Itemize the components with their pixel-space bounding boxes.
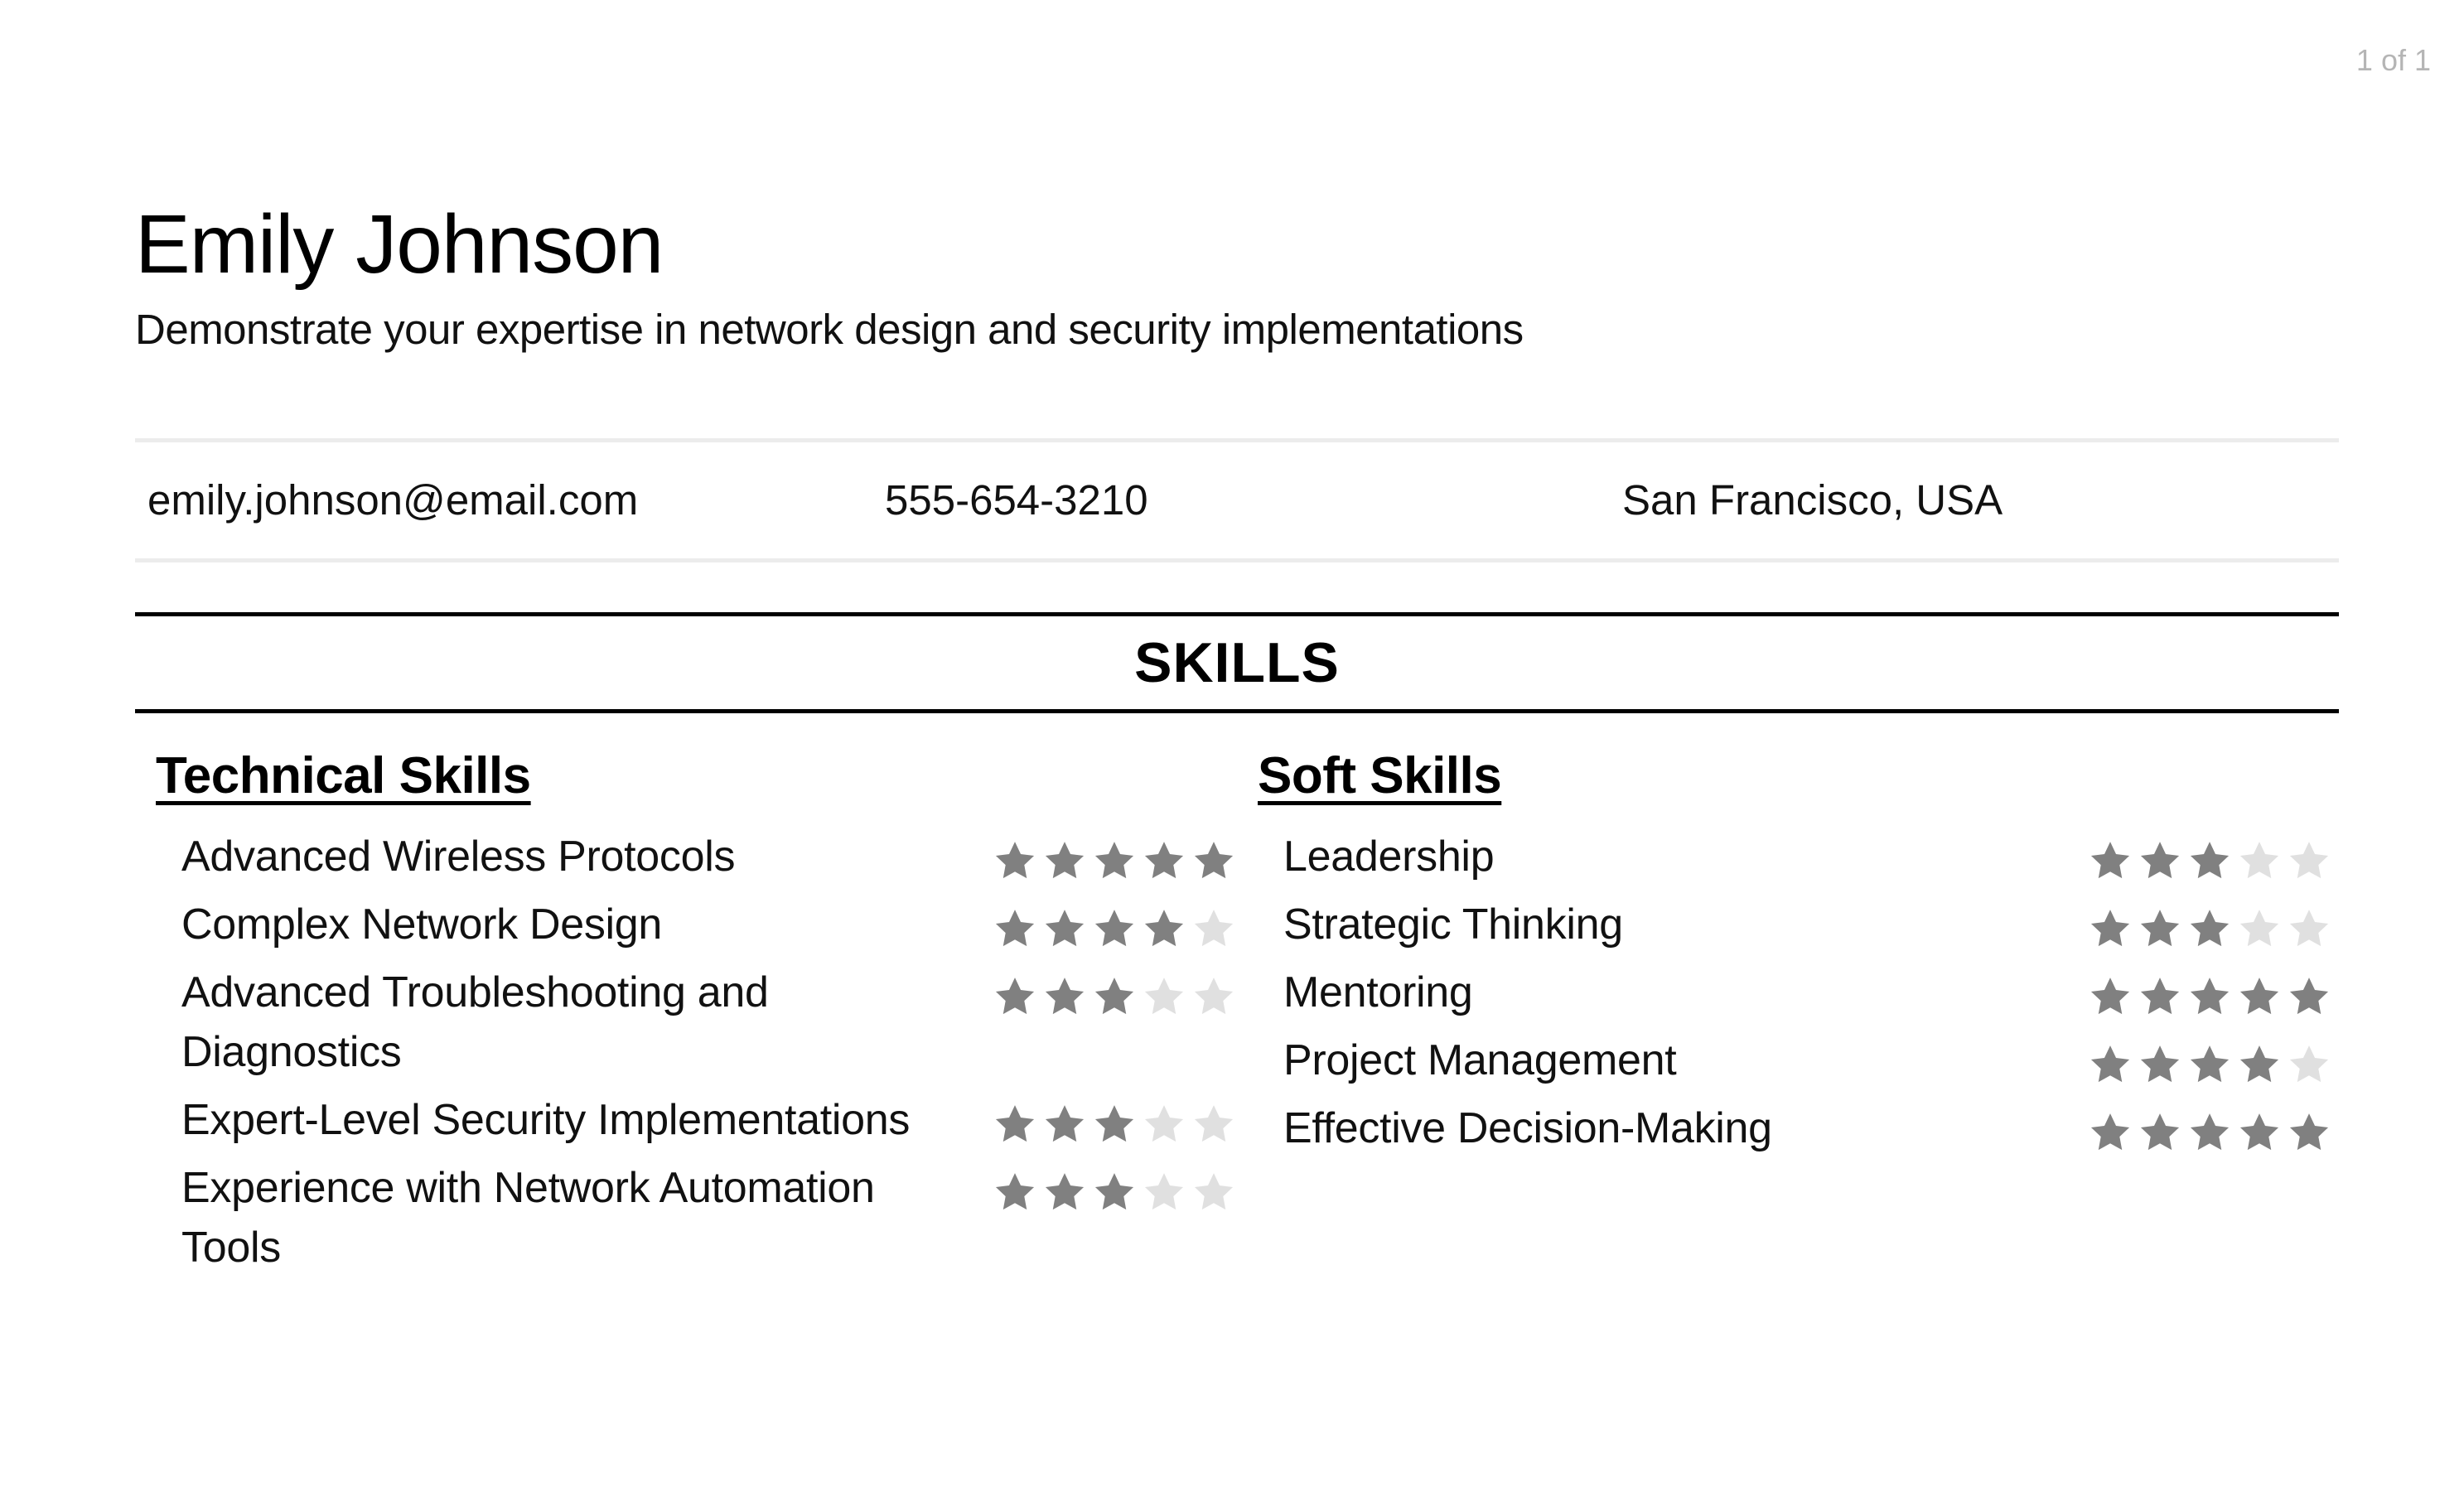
resume: Emily Johnson Demonstrate your expertise…	[135, 199, 2339, 1286]
contact-bar: emily.johnson@email.com 555-654-3210 San…	[135, 438, 2339, 562]
star-filled-icon	[2090, 978, 2130, 1015]
star-filled-icon	[2190, 978, 2230, 1015]
star-filled-icon	[2239, 1045, 2279, 1083]
star-empty-icon	[2239, 842, 2279, 879]
skill-row: Project Management	[1237, 1031, 2339, 1090]
skill-rating	[2087, 1110, 2332, 1153]
star-filled-icon	[1144, 842, 1184, 879]
skill-rating	[992, 1170, 1237, 1213]
page-counter: 1 of 1	[2355, 43, 2431, 77]
star-filled-icon	[1094, 842, 1134, 879]
star-filled-icon	[1094, 1173, 1134, 1210]
skill-name: Strategic Thinking	[1283, 900, 1623, 949]
star-filled-icon	[995, 910, 1035, 947]
star-filled-icon	[2289, 1113, 2329, 1151]
star-filled-icon	[2140, 978, 2180, 1015]
star-filled-icon	[995, 978, 1035, 1015]
star-empty-icon	[1144, 1173, 1184, 1210]
soft-skills-list: Leadership Strategic Thinking Mentoring Pro…	[1237, 827, 2339, 1158]
soft-skills-heading: Soft Skills	[1258, 747, 1502, 804]
skill-rating	[2087, 974, 2332, 1017]
skill-row: Leadership	[1237, 827, 2339, 886]
star-empty-icon	[2289, 842, 2329, 879]
star-filled-icon	[2190, 910, 2230, 947]
star-filled-icon	[2140, 910, 2180, 947]
star-empty-icon	[1144, 1105, 1184, 1142]
star-filled-icon	[1144, 910, 1184, 947]
star-empty-icon	[2289, 1045, 2329, 1083]
star-filled-icon	[995, 842, 1035, 879]
contact-email[interactable]: emily.johnson@email.com	[147, 476, 638, 524]
star-filled-icon	[2239, 978, 2279, 1015]
star-empty-icon	[2289, 910, 2329, 947]
skill-name: Complex Network Design	[181, 900, 663, 949]
skills-section-title: SKILLS	[1134, 631, 1340, 694]
contact-phone[interactable]: 555-654-3210	[885, 476, 1148, 524]
skill-name: Leadership	[1283, 833, 1495, 881]
skill-row: Experience with Network Automation Tools	[135, 1158, 1237, 1277]
skill-rating	[2087, 1042, 2332, 1085]
skill-name: Effective Decision-Making	[1283, 1104, 1772, 1152]
skill-row: Mentoring	[1237, 963, 2339, 1022]
star-filled-icon	[1094, 1105, 1134, 1142]
star-empty-icon	[2239, 910, 2279, 947]
star-empty-icon	[1194, 1173, 1234, 1210]
star-empty-icon	[1194, 910, 1234, 947]
skill-rating	[992, 838, 1237, 881]
technical-skills-column: Technical Skills Advanced Wireless Proto…	[135, 746, 1237, 1286]
star-filled-icon	[1045, 842, 1085, 879]
star-filled-icon	[2090, 1045, 2130, 1083]
skill-row: Advanced Troubleshooting and Diagnostics	[135, 963, 1237, 1082]
star-filled-icon	[2190, 842, 2230, 879]
star-filled-icon	[1045, 1173, 1085, 1210]
candidate-name: Emily Johnson	[135, 198, 664, 291]
star-filled-icon	[2090, 910, 2130, 947]
skill-name: Mentoring	[1283, 968, 1473, 1016]
star-filled-icon	[1094, 910, 1134, 947]
technical-skills-list: Advanced Wireless Protocols Complex Netwo…	[135, 827, 1237, 1277]
star-empty-icon	[1144, 978, 1184, 1015]
star-filled-icon	[2090, 1113, 2130, 1151]
skill-rating	[992, 974, 1237, 1017]
star-empty-icon	[1194, 978, 1234, 1015]
star-filled-icon	[2289, 978, 2329, 1015]
star-filled-icon	[1094, 978, 1134, 1015]
star-empty-icon	[1194, 1105, 1234, 1142]
skill-row: Complex Network Design	[135, 895, 1237, 954]
skill-name: Project Management	[1283, 1036, 1677, 1084]
soft-skills-column: Soft Skills Leadership Strategic Thinking…	[1237, 746, 2339, 1286]
skill-rating	[992, 1102, 1237, 1145]
resume-subtitle: Demonstrate your expertise in network de…	[135, 306, 1524, 353]
star-filled-icon	[2239, 1113, 2279, 1151]
skill-name: Advanced Wireless Protocols	[181, 833, 736, 881]
skill-name: Expert-Level Security Implementations	[181, 1096, 911, 1144]
skill-name: Advanced Troubleshooting and Diagnostics	[181, 968, 769, 1076]
star-filled-icon	[995, 1105, 1035, 1142]
star-filled-icon	[995, 1173, 1035, 1210]
skill-rating	[2087, 906, 2332, 949]
skill-row: Advanced Wireless Protocols	[135, 827, 1237, 886]
star-filled-icon	[1045, 1105, 1085, 1142]
star-filled-icon	[2140, 842, 2180, 879]
skill-rating	[992, 906, 1237, 949]
star-filled-icon	[2090, 842, 2130, 879]
star-filled-icon	[2140, 1045, 2180, 1083]
star-filled-icon	[1045, 910, 1085, 947]
skill-row: Expert-Level Security Implementations	[135, 1090, 1237, 1150]
star-filled-icon	[1194, 842, 1234, 879]
skills-section-header: SKILLS	[135, 612, 2339, 713]
skill-name: Experience with Network Automation Tools	[181, 1164, 875, 1272]
skill-row: Strategic Thinking	[1237, 895, 2339, 954]
contact-location: San Francisco, USA	[1622, 476, 2003, 524]
star-filled-icon	[2190, 1045, 2230, 1083]
skills-columns: Technical Skills Advanced Wireless Proto…	[135, 746, 2339, 1286]
skill-row: Effective Decision-Making	[1237, 1098, 2339, 1158]
skill-rating	[2087, 838, 2332, 881]
star-filled-icon	[2140, 1113, 2180, 1151]
star-filled-icon	[1045, 978, 1085, 1015]
star-filled-icon	[2190, 1113, 2230, 1151]
technical-skills-heading: Technical Skills	[156, 747, 531, 804]
